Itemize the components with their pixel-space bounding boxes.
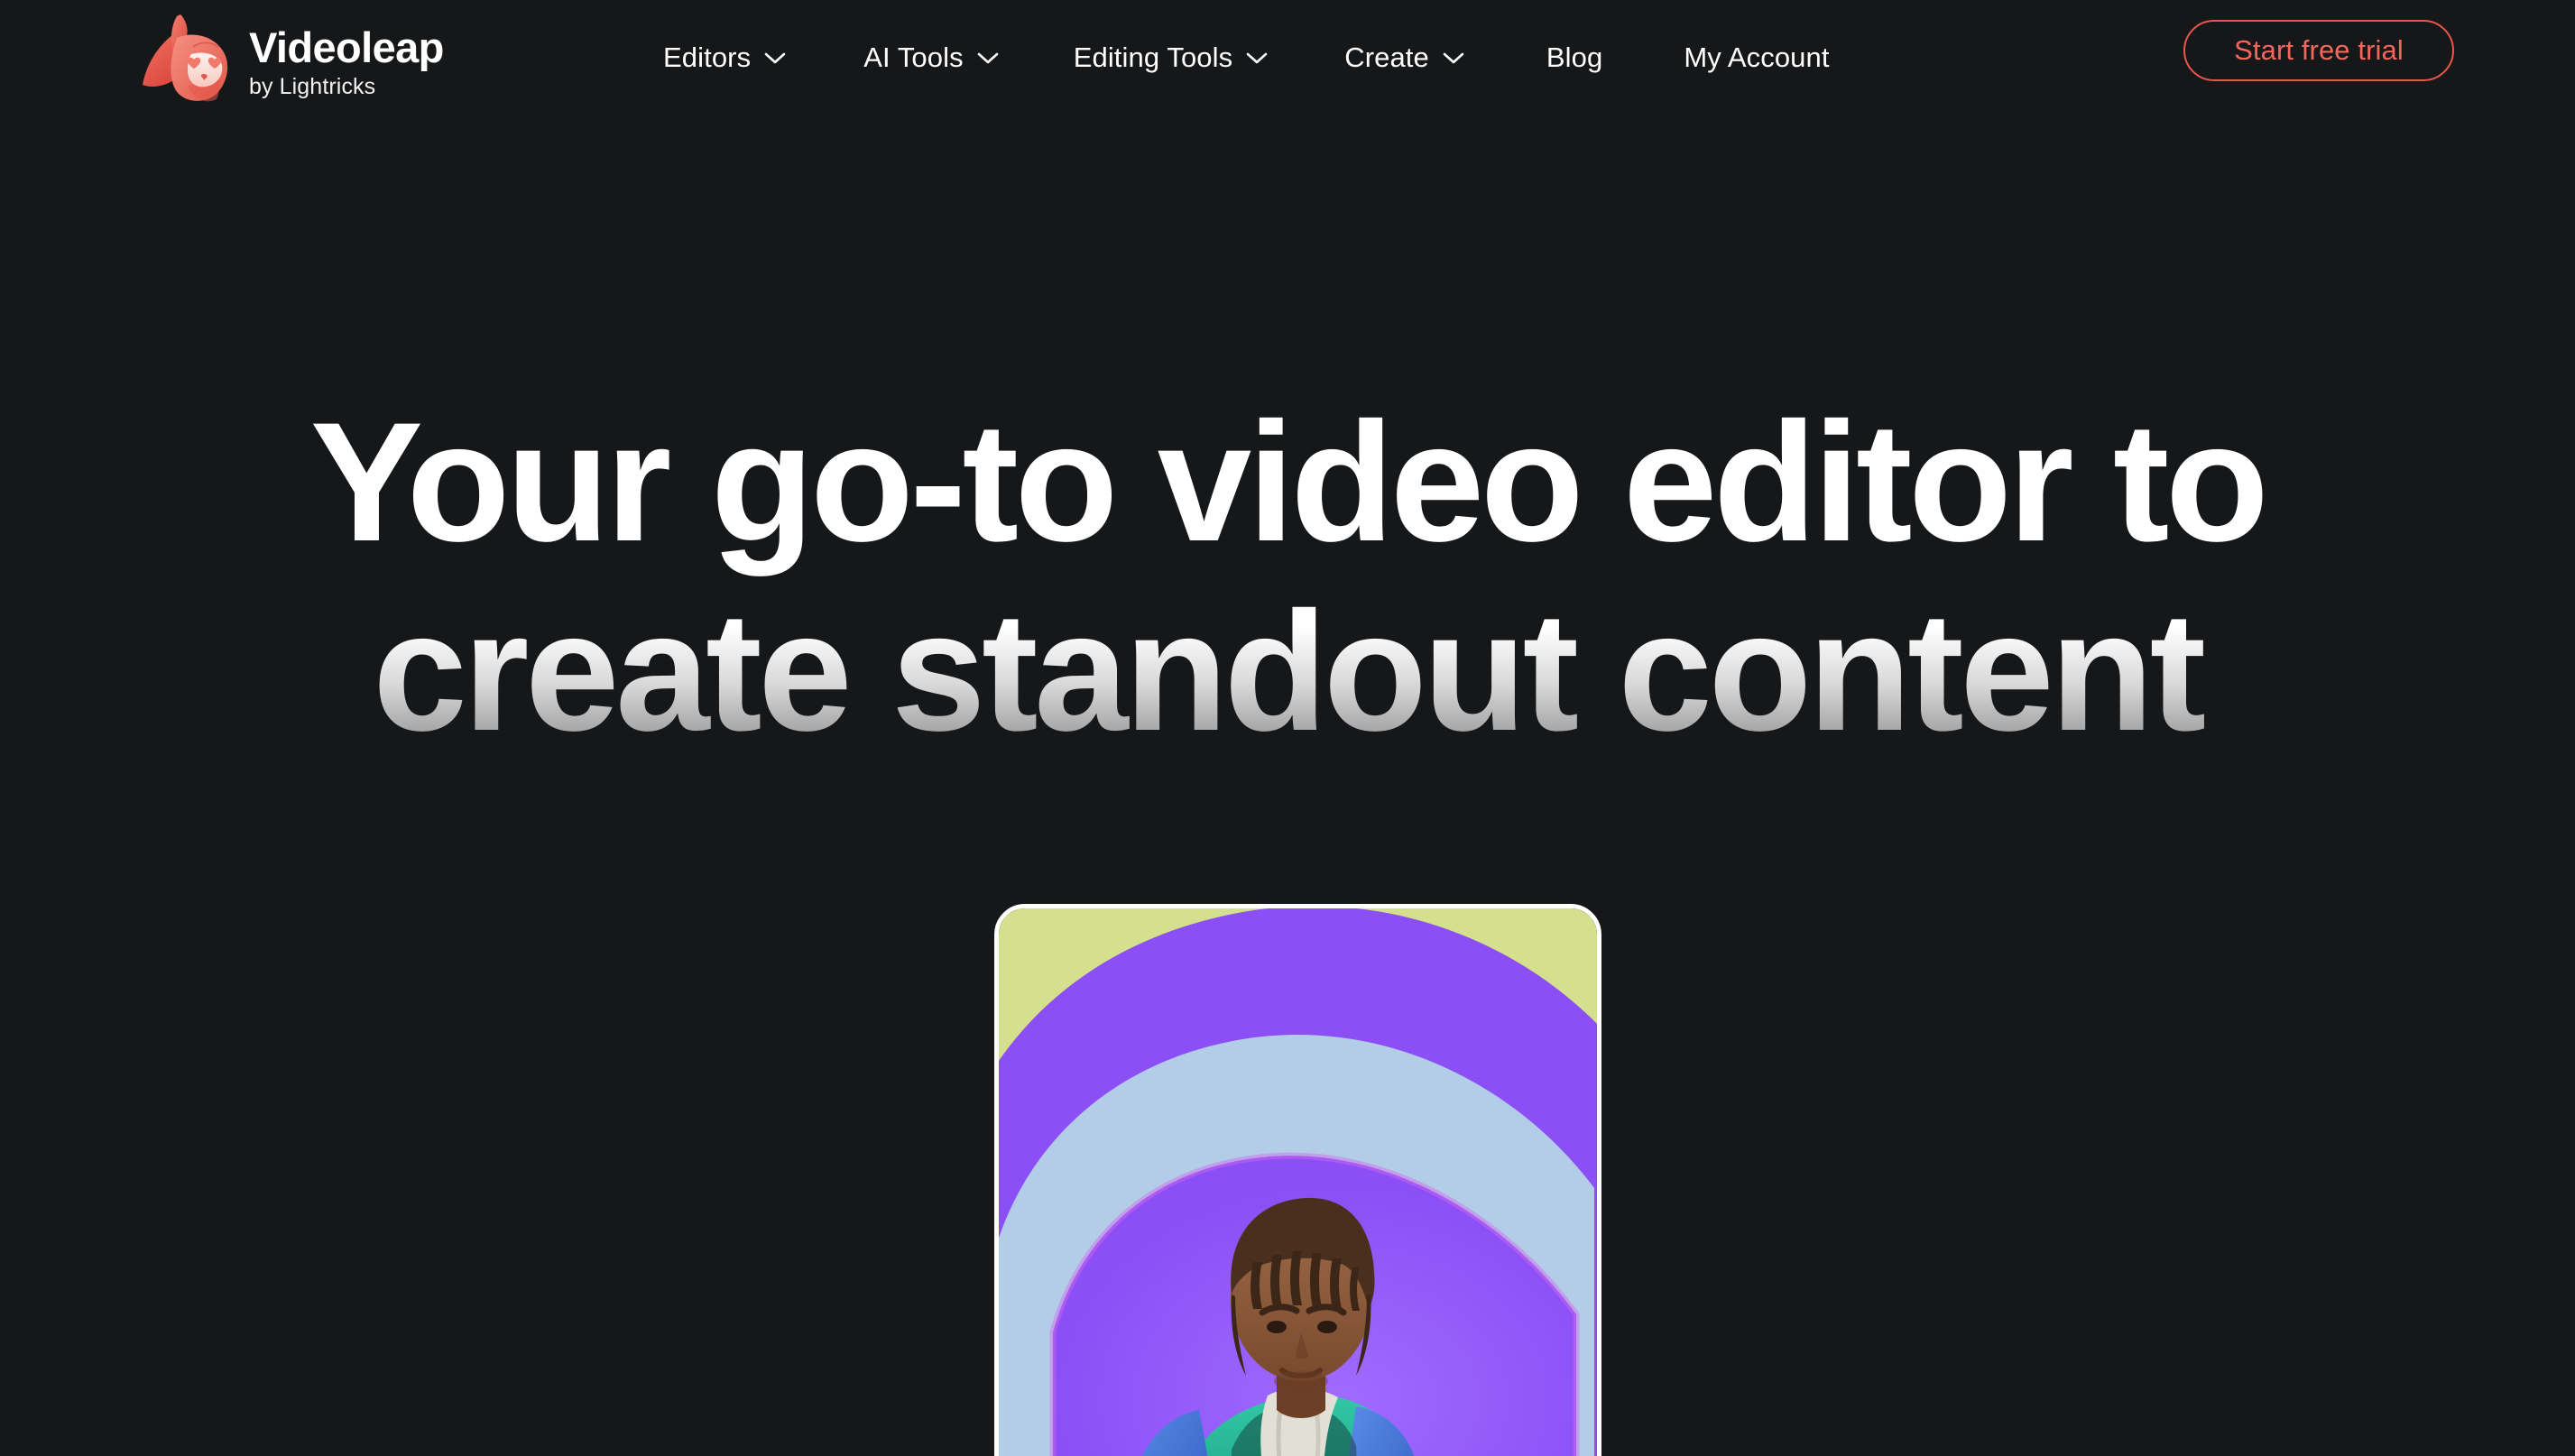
- chevron-down-icon: [1443, 52, 1464, 64]
- hero-headline-line-2: create standout content: [0, 586, 2575, 756]
- nav-item-create[interactable]: Create: [1344, 41, 1465, 74]
- chevron-down-icon: [764, 52, 786, 64]
- rabbit-mascot-icon: [143, 14, 228, 102]
- chevron-down-icon: [1246, 52, 1268, 64]
- nav-item-label: Editing Tools: [1073, 41, 1233, 73]
- nav-item-ai-tools[interactable]: AI Tools: [863, 41, 1000, 74]
- start-free-trial-label: Start free trial: [2234, 34, 2404, 66]
- nav-links: Editors AI Tools Editing Tools Create Bl…: [663, 41, 1830, 74]
- top-navigation-bar: Videoleap by Lightricks Editors AI Tools…: [0, 0, 2575, 126]
- video-preview-frame[interactable]: [994, 904, 1601, 1456]
- nav-item-label: My Account: [1684, 41, 1830, 73]
- hero-section: Your go-to video editor to create stando…: [0, 397, 2575, 756]
- nav-item-label: AI Tools: [863, 41, 964, 73]
- brand-logo[interactable]: Videoleap by Lightricks: [137, 11, 444, 105]
- brand-subtitle: by Lightricks: [249, 74, 376, 100]
- nav-item-label: Create: [1344, 41, 1429, 73]
- nav-item-label: Blog: [1546, 41, 1603, 73]
- brand-name: Videoleap: [249, 23, 444, 71]
- start-free-trial-button[interactable]: Start free trial: [2183, 20, 2454, 81]
- nav-item-editors[interactable]: Editors: [663, 41, 787, 74]
- hero-headline-line-1: Your go-to video editor to: [309, 387, 2269, 576]
- chevron-down-icon: [977, 52, 999, 64]
- nav-item-blog[interactable]: Blog: [1546, 41, 1602, 74]
- page-root: Videoleap by Lightricks Editors AI Tools…: [0, 0, 2575, 1456]
- nav-item-label: Editors: [663, 41, 752, 73]
- nav-item-editing-tools[interactable]: Editing Tools: [1074, 41, 1269, 74]
- brand-wordmark: Videoleap by Lightricks: [249, 11, 444, 100]
- video-preview-content: [999, 908, 1597, 1456]
- nav-item-my-account[interactable]: My Account: [1684, 41, 1829, 74]
